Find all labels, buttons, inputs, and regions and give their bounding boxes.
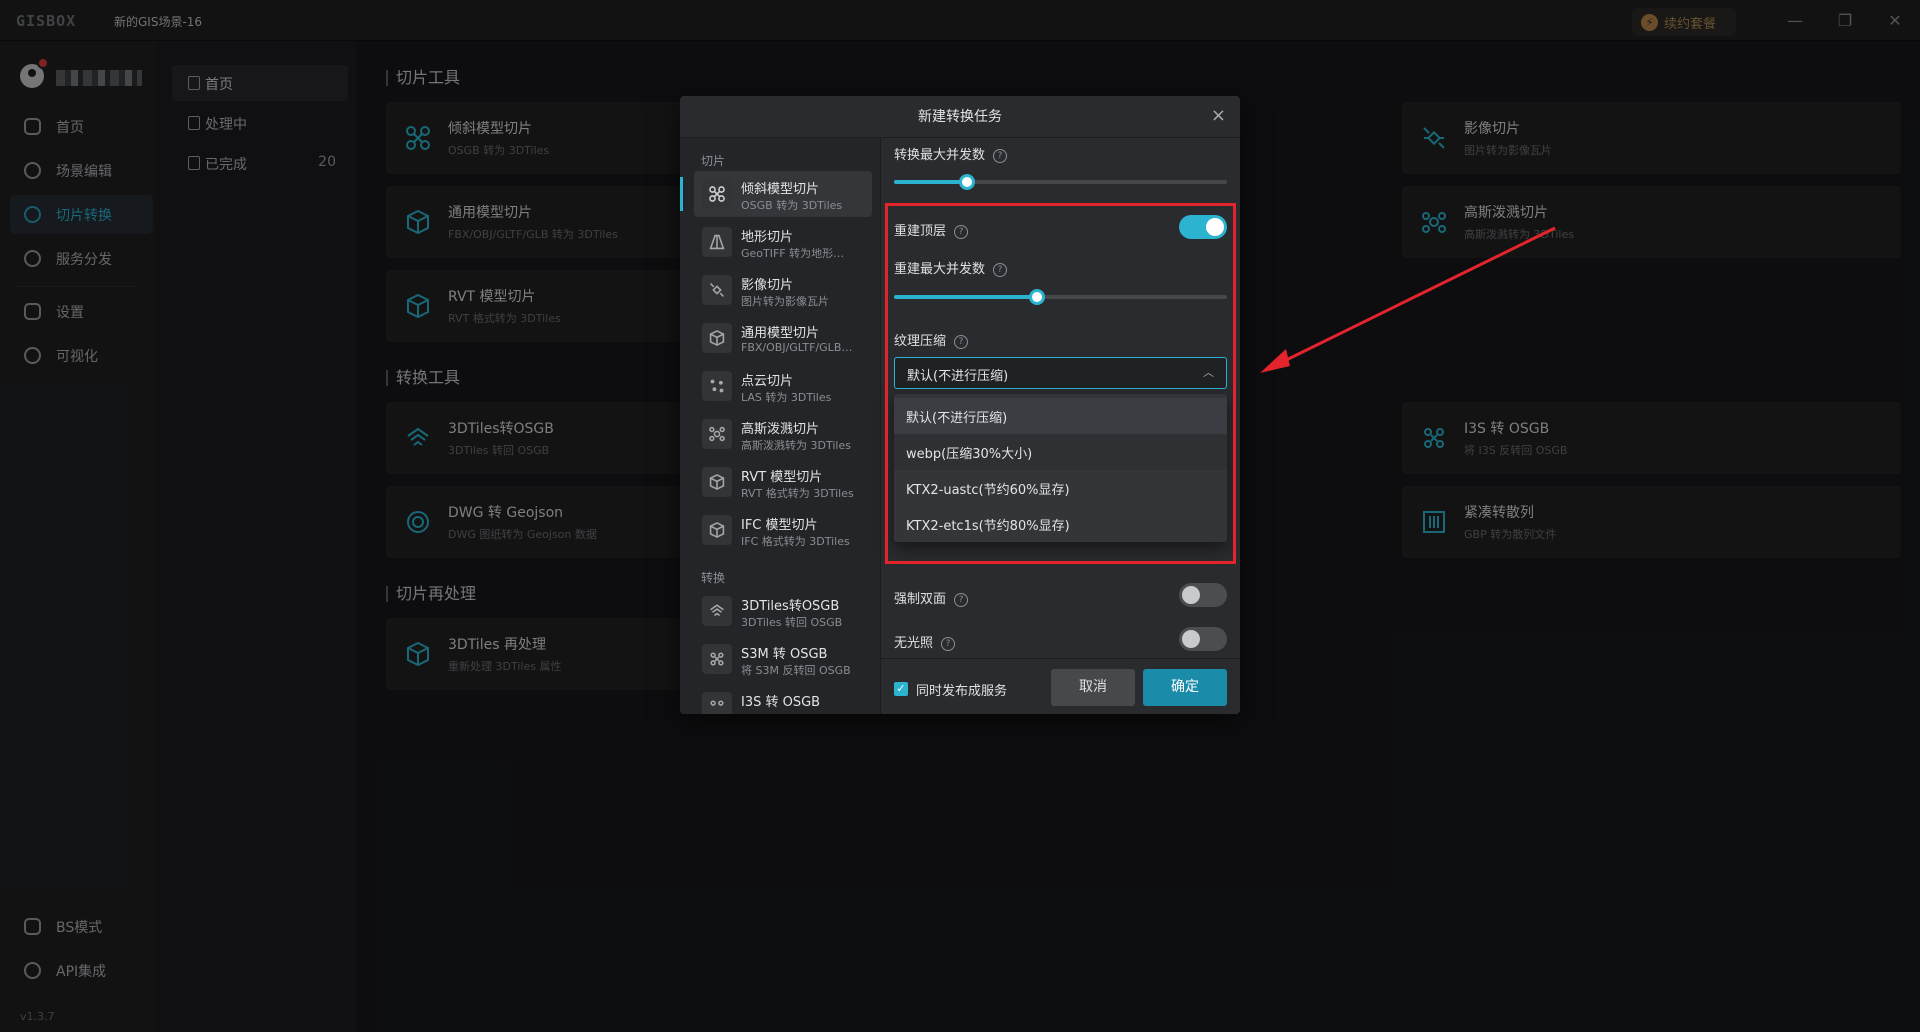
rebuild-concurrency-slider[interactable] <box>894 289 1227 305</box>
dialog-footer: ✓ 同时发布成服务 取消 确定 <box>881 658 1240 714</box>
help-icon[interactable]: ? <box>941 637 956 651</box>
list-item[interactable]: 倾斜模型切片 OSGB 转为 3DTiles <box>680 171 872 217</box>
rebuild-top-toggle[interactable] <box>1179 215 1227 239</box>
list-item[interactable]: 影像切片 图片转为影像瓦片 <box>694 267 872 313</box>
task-type-list: 切片 倾斜模型切片 OSGB 转为 3DTiles 地形切片 GeoTIFF 转为地… <box>680 138 881 714</box>
list-item[interactable]: I3S 转 OSGB <box>694 684 872 714</box>
rebuild-concurrency-label: 重建最大并发数? <box>894 258 1008 277</box>
list-item[interactable]: 高斯泼溅切片 高斯泼溅转为 3DTiles <box>694 411 872 457</box>
drone-icon <box>702 179 732 209</box>
building-cube-icon <box>702 467 732 497</box>
rebuild-top-label: 重建顶层? <box>894 220 969 239</box>
close-icon[interactable]: × <box>1211 105 1226 127</box>
help-icon[interactable]: ? <box>993 263 1008 277</box>
list-item[interactable]: RVT 模型切片 RVT 格式转为 3DTiles <box>694 459 872 505</box>
group-label: 转换 <box>701 571 726 585</box>
help-icon[interactable]: ? <box>993 149 1008 163</box>
help-icon[interactable]: ? <box>954 225 969 239</box>
chevron-up-icon: ︿ <box>1203 366 1214 379</box>
double-side-label: 强制双面? <box>894 588 969 607</box>
terrain-icon <box>702 227 732 257</box>
tiles-convert-icon <box>702 596 732 626</box>
list-item[interactable]: S3M 转 OSGB 将 S3M 反转回 OSGB <box>694 636 872 682</box>
ifc-icon <box>702 515 732 545</box>
dropdown-option[interactable]: KTX2-uastc(节约60%显存) <box>894 470 1227 506</box>
dropdown-option[interactable]: KTX2-etc1s(节约80%显存) <box>894 506 1227 542</box>
point-cloud-icon <box>702 371 732 401</box>
splat-icon <box>702 419 732 449</box>
group-label: 切片 <box>701 154 726 168</box>
list-item[interactable]: 3DTiles转OSGB 3DTiles 转回 OSGB <box>694 588 872 634</box>
new-task-dialog: 新建转换任务 × 切片 倾斜模型切片 OSGB 转为 3DTiles 地形切片 Geo… <box>680 96 1240 714</box>
satellite-icon <box>702 275 732 305</box>
list-item[interactable]: 通用模型切片 FBX/OBJ/GLTF/GLB… <box>694 315 872 361</box>
publish-checkbox[interactable]: ✓ <box>894 682 908 696</box>
no-light-toggle[interactable] <box>1179 627 1227 651</box>
dialog-title: 新建转换任务 × <box>680 96 1240 138</box>
max-concurrency-label: 转换最大并发数? <box>894 144 1008 163</box>
s3m-icon <box>702 644 732 674</box>
texture-compression-select[interactable]: 默认(不进行压缩) ︿ <box>894 357 1227 389</box>
i3s-icon <box>702 692 732 714</box>
task-options-form: 转换最大并发数? 重建顶层? 重建最大并发数? 纹理压缩? 默认(不进行压缩) ︿… <box>881 138 1240 714</box>
help-icon[interactable]: ? <box>954 593 969 607</box>
list-item[interactable]: IFC 模型切片 IFC 格式转为 3DTiles <box>694 507 872 553</box>
texture-compression-label: 纹理压缩? <box>894 330 969 349</box>
cube-icon <box>702 323 732 353</box>
help-icon[interactable]: ? <box>954 335 969 349</box>
no-light-label: 无光照? <box>894 632 956 651</box>
max-concurrency-slider[interactable] <box>894 174 1227 190</box>
dropdown-option[interactable]: webp(压缩30%大小) <box>894 434 1227 470</box>
slider-handle[interactable] <box>959 174 976 190</box>
cancel-button[interactable]: 取消 <box>1051 669 1135 706</box>
confirm-button[interactable]: 确定 <box>1143 669 1227 706</box>
publish-label[interactable]: 同时发布成服务 <box>916 680 1007 699</box>
double-side-toggle[interactable] <box>1179 583 1227 607</box>
texture-compression-dropdown: 默认(不进行压缩) webp(压缩30%大小) KTX2-uastc(节约60%… <box>894 394 1227 542</box>
slider-handle[interactable] <box>1029 289 1046 305</box>
list-item[interactable]: 地形切片 GeoTIFF 转为地形… <box>694 219 872 265</box>
dropdown-option[interactable]: 默认(不进行压缩) <box>894 398 1227 434</box>
list-item[interactable]: 点云切片 LAS 转为 3DTiles <box>694 363 872 409</box>
